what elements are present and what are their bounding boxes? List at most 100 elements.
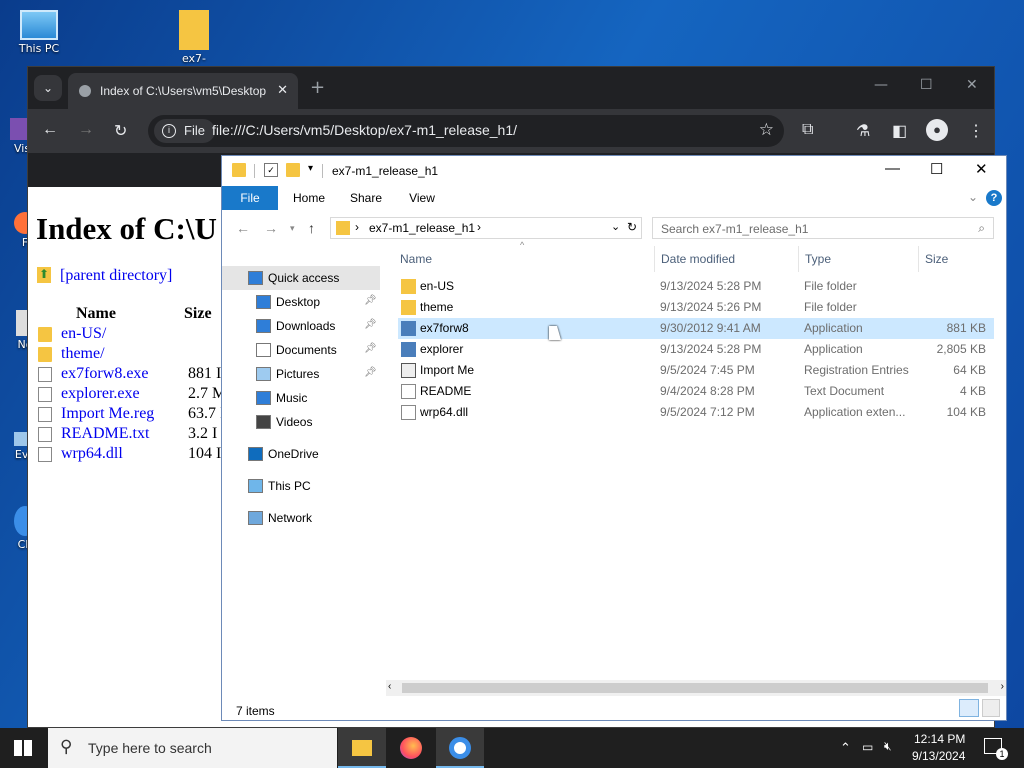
file-row[interactable]: README 9/4/2024 8:28 PM Text Document 4 KB bbox=[398, 381, 994, 402]
address-toolbar: ← → ▾ ↑ › ex7-m1_release_h1 › ⌄ ↻ Search… bbox=[222, 216, 1006, 242]
file-icon bbox=[38, 427, 52, 442]
help-icon[interactable]: ? bbox=[986, 190, 1002, 206]
close-icon[interactable]: ✕ bbox=[975, 160, 988, 178]
reload-icon[interactable]: ↻ bbox=[114, 121, 127, 141]
windows-start-icon[interactable] bbox=[14, 740, 32, 756]
nav-item-onedrive[interactable]: OneDrive bbox=[222, 442, 380, 466]
nav-item-label: Videos bbox=[276, 415, 313, 429]
details-view-icon[interactable] bbox=[959, 699, 979, 717]
clock-time[interactable]: 12:14 PM bbox=[914, 732, 965, 746]
maximize-icon[interactable]: ☐ bbox=[930, 160, 943, 178]
scroll-left-icon[interactable]: ‹ bbox=[388, 681, 391, 692]
close-window-icon[interactable]: ✕ bbox=[966, 77, 978, 93]
entry-link[interactable]: README.txt bbox=[61, 425, 149, 443]
new-folder-icon[interactable] bbox=[286, 163, 300, 177]
address-bar[interactable]: i File file:///C:/Users/vm5/Desktop/ex7-… bbox=[148, 115, 784, 147]
site-info-chip[interactable]: i File bbox=[154, 119, 215, 143]
parent-directory-link[interactable]: [parent directory] bbox=[60, 267, 172, 285]
properties-checkbox-icon[interactable]: ✓ bbox=[264, 163, 278, 177]
nav-item-documents[interactable]: Documents 📌︎ bbox=[222, 338, 380, 362]
browser-tab[interactable]: Index of C:\Users\vm5\Desktop ✕ bbox=[68, 73, 298, 109]
close-tab-icon[interactable]: ✕ bbox=[277, 82, 288, 98]
search-input[interactable]: Search ex7-m1_release_h1 ⌕ bbox=[652, 217, 994, 239]
star-icon bbox=[248, 271, 263, 285]
nav-item-quick-access[interactable]: Quick access bbox=[222, 266, 380, 290]
desktop-icon-this-pc[interactable]: This PC bbox=[8, 10, 70, 55]
cloud-icon bbox=[248, 447, 263, 461]
scroll-thumb[interactable] bbox=[402, 683, 988, 693]
file-row[interactable]: en-US 9/13/2024 5:28 PM File folder bbox=[398, 276, 994, 297]
entry-link[interactable]: en-US/ bbox=[61, 325, 106, 343]
minimize-icon[interactable]: — bbox=[874, 77, 888, 93]
labs-flask-icon[interactable]: ⚗ bbox=[856, 121, 870, 141]
forward-icon[interactable]: → bbox=[78, 121, 94, 139]
file-row[interactable]: ex7forw8 9/30/2012 9:41 AM Application 881 … bbox=[398, 318, 994, 339]
folder-icon bbox=[38, 327, 52, 342]
file-row[interactable]: wrp64.dll 9/5/2024 7:12 PM Application ext… bbox=[398, 402, 994, 423]
back-icon[interactable]: ← bbox=[42, 121, 58, 139]
file-name: Import Me bbox=[420, 363, 475, 377]
tab-view[interactable]: View bbox=[398, 186, 446, 210]
nav-item-desktop[interactable]: Desktop 📌︎ bbox=[222, 290, 380, 314]
folder-icon bbox=[401, 300, 416, 315]
side-panel-icon[interactable]: ◧ bbox=[892, 121, 907, 141]
minimize-icon[interactable]: — bbox=[885, 160, 900, 177]
recent-dropdown-icon[interactable]: ▾ bbox=[290, 223, 295, 234]
tab-search-button[interactable]: ⌄ bbox=[34, 75, 62, 101]
breadcrumb-current[interactable]: ex7-m1_release_h1 bbox=[369, 221, 475, 235]
tab-share[interactable]: Share bbox=[340, 186, 392, 210]
address-breadcrumb[interactable]: › ex7-m1_release_h1 › ⌄ ↻ bbox=[330, 217, 642, 239]
taskbar-search-box[interactable]: ⚲ Type here to search bbox=[48, 728, 337, 768]
column-header-type[interactable]: Type bbox=[805, 252, 831, 266]
large-icons-view-icon[interactable] bbox=[982, 699, 1000, 717]
file-row[interactable]: Import Me 9/5/2024 7:45 PM Registration En… bbox=[398, 360, 994, 381]
nav-item-videos[interactable]: Videos bbox=[222, 410, 380, 434]
network-tray-icon[interactable]: ▭ bbox=[862, 740, 873, 754]
back-icon[interactable]: ← bbox=[236, 220, 250, 236]
column-header-name[interactable]: Name bbox=[400, 252, 432, 266]
nav-item-music[interactable]: Music bbox=[222, 386, 380, 410]
folder-icon bbox=[352, 740, 372, 756]
file-type: File folder bbox=[804, 300, 857, 314]
nav-item-downloads[interactable]: Downloads 📌︎ bbox=[222, 314, 380, 338]
file-row[interactable]: explorer 9/13/2024 5:28 PM Application 2,80… bbox=[398, 339, 994, 360]
file-explorer-taskbar-icon[interactable] bbox=[338, 728, 386, 768]
extensions-icon[interactable]: ⧉ bbox=[802, 121, 813, 139]
new-tab-button[interactable]: + bbox=[310, 77, 325, 98]
nav-item-network[interactable]: Network bbox=[222, 506, 380, 530]
volume-muted-icon[interactable]: 🔇︎ bbox=[884, 739, 892, 754]
column-header-name: Name bbox=[76, 305, 116, 322]
file-name: theme bbox=[420, 300, 454, 314]
entry-link[interactable]: theme/ bbox=[61, 345, 105, 363]
ribbon-expand-icon[interactable]: ⌄ bbox=[968, 190, 978, 204]
nav-item-label: Desktop bbox=[276, 295, 321, 309]
entry-link[interactable]: Import Me.reg bbox=[61, 405, 154, 423]
maximize-icon[interactable]: ☐ bbox=[920, 77, 933, 93]
file-size: 104 KB bbox=[946, 405, 986, 419]
bookmark-star-icon[interactable]: ☆ bbox=[759, 120, 774, 140]
profile-avatar-icon[interactable]: ● bbox=[926, 119, 948, 141]
clock-date[interactable]: 9/13/2024 bbox=[912, 749, 965, 763]
refresh-icon[interactable]: ↻ bbox=[627, 220, 637, 234]
entry-link[interactable]: wrp64.dll bbox=[61, 445, 123, 463]
entry-link[interactable]: explorer.exe bbox=[61, 385, 140, 403]
nav-item-this-pc[interactable]: This PC bbox=[222, 474, 380, 498]
file-row[interactable]: theme 9/13/2024 5:26 PM File folder bbox=[398, 297, 994, 318]
horizontal-scrollbar[interactable]: ‹ › bbox=[386, 680, 1006, 696]
up-icon[interactable]: ↑ bbox=[308, 220, 315, 236]
menu-kebab-icon[interactable]: ⋮ bbox=[968, 121, 984, 141]
firefox-taskbar-icon[interactable] bbox=[400, 737, 422, 759]
show-hidden-icons-chevron-icon[interactable]: ⌃ bbox=[840, 740, 851, 756]
entry-link[interactable]: ex7forw8.exe bbox=[61, 365, 149, 383]
qat-dropdown-icon[interactable]: ▾ bbox=[308, 163, 313, 174]
chrome-taskbar-icon[interactable] bbox=[436, 728, 484, 768]
address-dropdown-icon[interactable]: ⌄ bbox=[611, 220, 620, 233]
column-header-size[interactable]: Size bbox=[925, 252, 948, 266]
forward-icon[interactable]: → bbox=[264, 220, 278, 236]
tab-home[interactable]: Home bbox=[284, 186, 334, 210]
column-header-date[interactable]: Date modified bbox=[661, 252, 735, 266]
tab-file[interactable]: File bbox=[222, 186, 278, 210]
nav-item-label: Quick access bbox=[268, 271, 340, 285]
scroll-right-icon[interactable]: › bbox=[1001, 681, 1004, 692]
nav-item-pictures[interactable]: Pictures 📌︎ bbox=[222, 362, 380, 386]
